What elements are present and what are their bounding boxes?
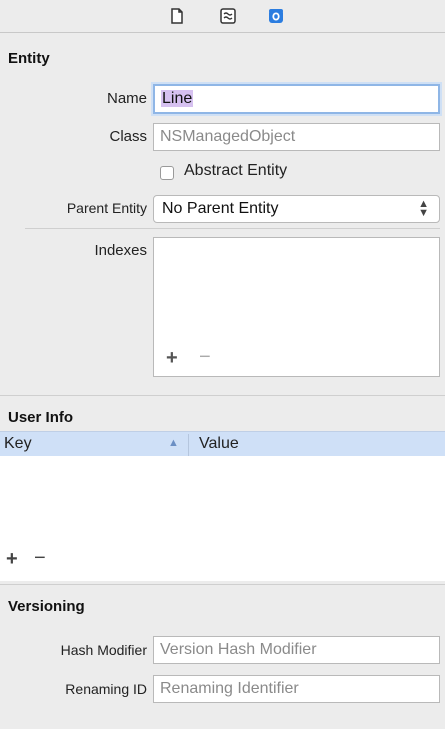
abstract-entity-checkbox[interactable] [160, 166, 174, 180]
remove-user-info-icon[interactable]: − [34, 547, 46, 570]
versioning-section-heading: Versioning [8, 598, 85, 615]
divider [0, 395, 445, 396]
name-field-value: Line [161, 90, 194, 107]
name-field[interactable]: Line [153, 84, 440, 114]
class-label: Class [109, 128, 147, 145]
sort-ascending-icon: ▲ [168, 437, 179, 449]
remove-index-icon[interactable]: − [199, 346, 211, 369]
renaming-id-field[interactable]: Renaming Identifier [153, 675, 440, 703]
hash-modifier-label: Hash Modifier [60, 642, 147, 658]
key-column-header[interactable]: Key [4, 435, 32, 453]
add-user-info-icon[interactable]: + [6, 548, 18, 571]
indexes-list[interactable]: + − [153, 237, 440, 377]
hash-modifier-field[interactable]: Version Hash Modifier [153, 636, 440, 664]
parent-entity-label: Parent Entity [66, 200, 147, 216]
entity-section-heading: Entity [8, 50, 50, 67]
renaming-id-label: Renaming ID [65, 681, 147, 697]
user-info-table-header: Key ▲ Value [0, 431, 445, 457]
inspector-tab-bar [0, 0, 445, 33]
chevron-updown-icon: ▲ ▼ [418, 198, 429, 219]
parent-entity-popup[interactable]: No Parent Entity ▲ ▼ [153, 195, 440, 223]
user-info-table-body[interactable]: + − [0, 456, 445, 581]
divider [0, 584, 445, 585]
indexes-label: Indexes [94, 242, 147, 259]
name-label: Name [106, 90, 147, 107]
abstract-entity-label: Abstract Entity [184, 162, 288, 179]
add-index-icon[interactable]: + [166, 347, 178, 370]
divider [25, 228, 440, 229]
class-field[interactable]: NSManagedObject [153, 123, 440, 151]
value-column-header[interactable]: Value [199, 435, 239, 453]
data-model-inspector-icon[interactable] [267, 7, 285, 25]
parent-entity-value: No Parent Entity [162, 200, 279, 217]
column-divider [188, 434, 189, 456]
quick-help-icon[interactable] [219, 7, 237, 25]
user-info-section-heading: User Info [8, 409, 74, 426]
file-icon[interactable] [168, 7, 186, 25]
